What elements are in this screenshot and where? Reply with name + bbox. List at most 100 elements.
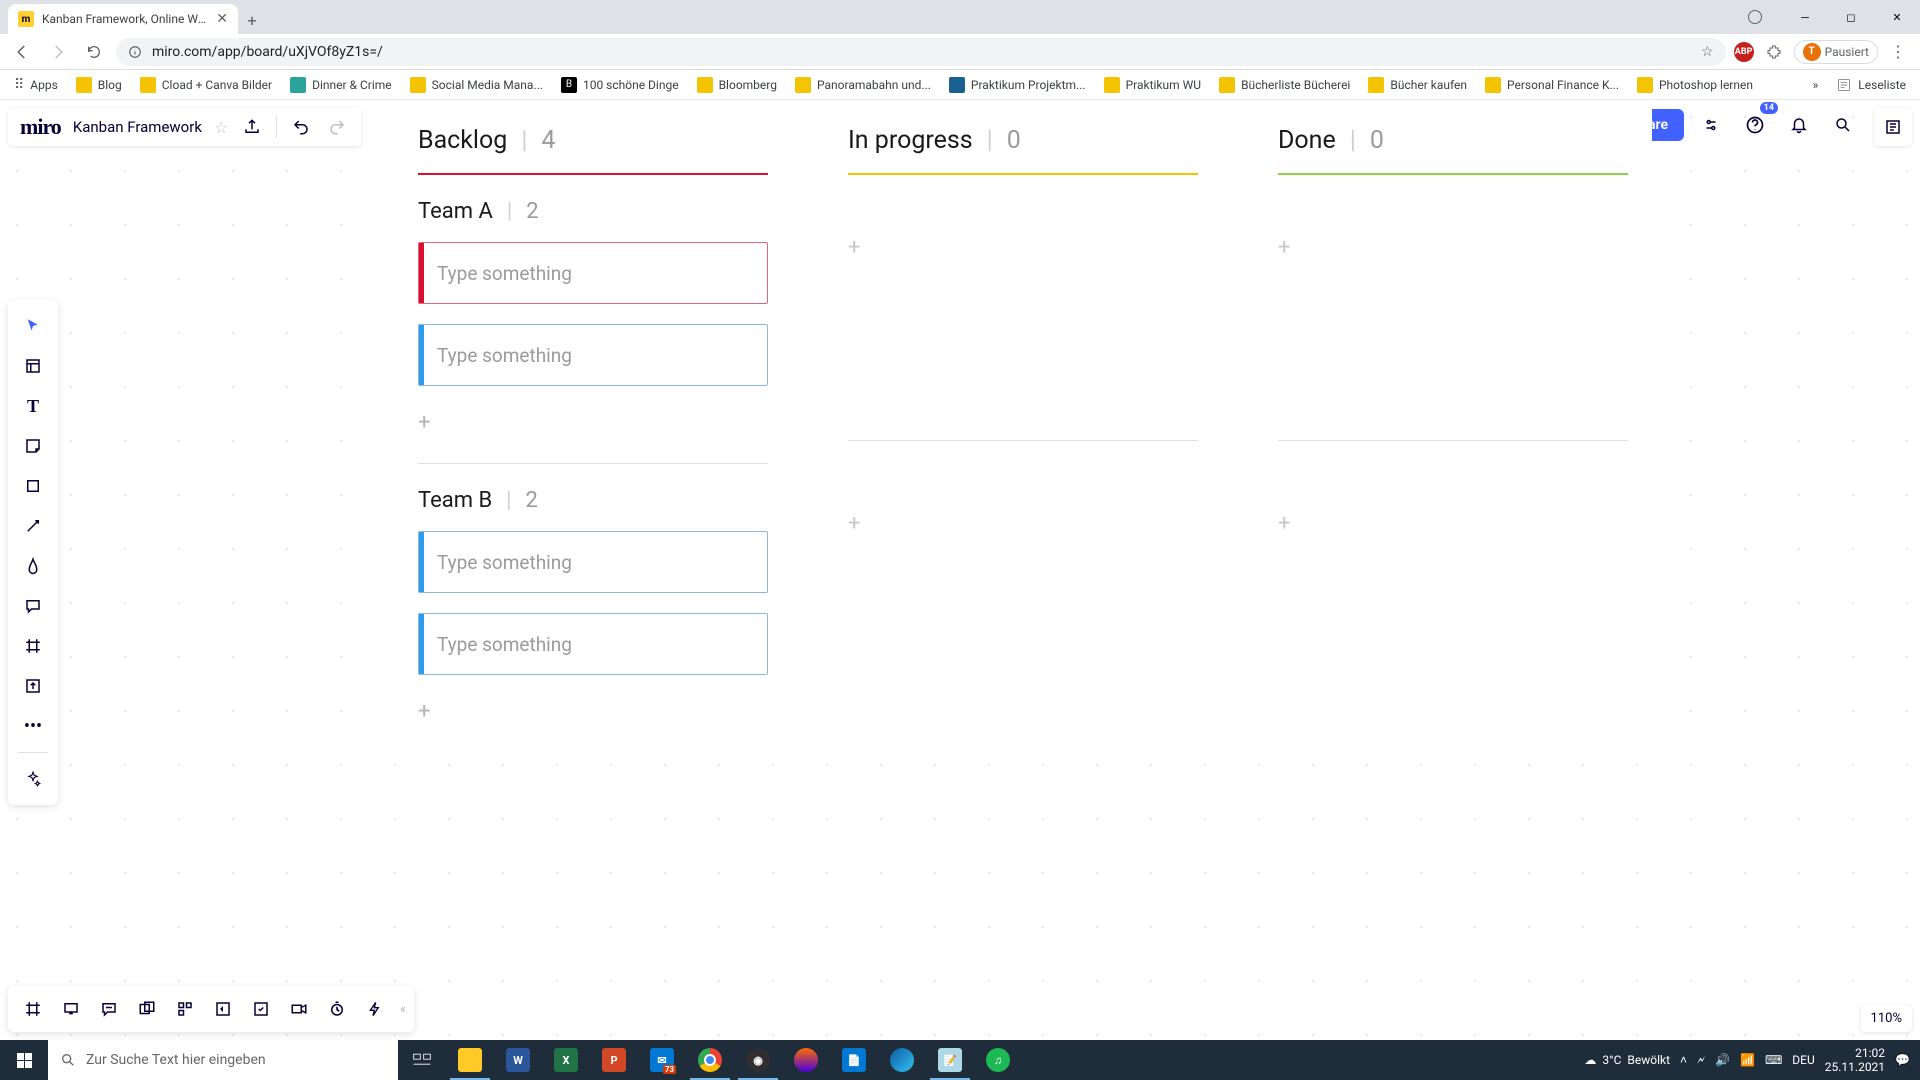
comment-tool-icon[interactable] — [13, 588, 53, 624]
kanban-board[interactable]: Backlog | 4 Team A | 2 Type something Ty… — [394, 106, 1652, 756]
bookmark-cload[interactable]: Cload + Canva Bilder — [134, 73, 278, 97]
select-tool-icon[interactable] — [13, 308, 53, 344]
bookmark-photoshop[interactable]: Photoshop lernen — [1631, 73, 1759, 97]
help-icon[interactable]: 14 — [1738, 108, 1772, 142]
miro-canvas[interactable]: miro Kanban Framework ☆ T Share 14 — [0, 100, 1920, 1040]
column-title[interactable]: In progress — [848, 126, 973, 155]
text-tool-icon[interactable]: T — [13, 388, 53, 424]
profile-paused-pill[interactable]: T Pausiert — [1794, 40, 1878, 64]
bookmark-blog[interactable]: Blog — [70, 73, 128, 97]
column-backlog[interactable]: Backlog | 4 Team A | 2 Type something Ty… — [394, 106, 792, 756]
maximize-button[interactable]: ◻ — [1828, 0, 1874, 34]
spotify-app-icon[interactable]: ♫ — [974, 1040, 1022, 1080]
line-tool-icon[interactable] — [13, 508, 53, 544]
weather-widget[interactable]: ☁ 3°C Bewölkt — [1584, 1053, 1670, 1067]
column-inprogress[interactable]: In progress | 0 + + — [824, 106, 1222, 756]
column-title[interactable]: Backlog — [418, 126, 507, 155]
star-icon[interactable]: ☆ — [214, 118, 228, 137]
presentation-icon[interactable] — [54, 992, 88, 1026]
kanban-card[interactable]: Type something — [418, 613, 768, 675]
bookmark-buecher-kaufen[interactable]: Bücher kaufen — [1362, 73, 1473, 97]
add-card-icon[interactable]: + — [848, 235, 1198, 260]
templates-icon[interactable] — [13, 348, 53, 384]
clock[interactable]: 21:02 25.11.2021 — [1825, 1046, 1885, 1075]
wifi-icon[interactable]: 📶 — [1740, 1053, 1755, 1067]
column-done[interactable]: Done | 0 + + — [1254, 106, 1652, 756]
shape-tool-icon[interactable] — [13, 468, 53, 504]
bookmark-bloomberg[interactable]: Bloomberg — [691, 73, 783, 97]
volume-icon[interactable]: 🔊 — [1715, 1053, 1730, 1067]
kanban-card[interactable]: Type something — [418, 531, 768, 593]
export-icon[interactable] — [240, 115, 264, 139]
bookmark-praktikum-wu[interactable]: Praktikum WU — [1098, 73, 1207, 97]
bookmark-personal-finance[interactable]: Personal Finance K... — [1479, 73, 1625, 97]
more-tools-icon[interactable]: ••• — [13, 708, 53, 744]
apps-shortcut[interactable]: ⠿ Apps — [8, 73, 64, 97]
frames-panel-icon[interactable] — [16, 992, 50, 1026]
voting-icon[interactable] — [244, 992, 278, 1026]
add-card-icon[interactable]: + — [418, 695, 768, 728]
obs-app-icon[interactable]: ◉ — [734, 1040, 782, 1080]
account-indicator-icon[interactable] — [1748, 10, 1762, 24]
browser-tab[interactable]: m Kanban Framework, Online Whit… ✕ — [8, 4, 238, 34]
timer-icon[interactable] — [320, 992, 354, 1026]
site-info-icon[interactable] — [128, 45, 142, 59]
add-card-icon[interactable]: + — [418, 406, 768, 439]
notifications-icon[interactable] — [1782, 108, 1816, 142]
edge-app-icon[interactable] — [878, 1040, 926, 1080]
battery-icon[interactable]: 🗲 — [1697, 1053, 1705, 1068]
forward-button[interactable] — [44, 38, 72, 66]
bookmark-panorama[interactable]: Panoramabahn und... — [789, 73, 937, 97]
bookmark-praktikum-projekt[interactable]: Praktikum Projektm... — [943, 73, 1092, 97]
column-title[interactable]: Done — [1278, 126, 1336, 155]
board-name[interactable]: Kanban Framework — [73, 118, 202, 136]
comments-panel-icon[interactable] — [92, 992, 126, 1026]
language-indicator[interactable]: DEU — [1792, 1053, 1814, 1067]
chrome-app-icon[interactable] — [686, 1040, 734, 1080]
video-icon[interactable] — [282, 992, 316, 1026]
mail-app-icon[interactable]: ✉73 — [638, 1040, 686, 1080]
close-tab-icon[interactable]: ✕ — [216, 11, 228, 27]
team-name[interactable]: Team B — [418, 488, 492, 513]
app-icon[interactable] — [782, 1040, 830, 1080]
add-card-icon[interactable]: + — [1278, 235, 1628, 260]
team-name[interactable]: Team A — [418, 199, 493, 224]
keyboard-icon[interactable]: ⌨ — [1765, 1053, 1782, 1067]
word-app-icon[interactable]: W — [494, 1040, 542, 1080]
zoom-indicator[interactable]: 110% — [1861, 1005, 1912, 1032]
search-icon[interactable] — [1826, 108, 1860, 142]
frame-tool-icon[interactable] — [13, 628, 53, 664]
abp-extension-icon[interactable]: ABP — [1734, 42, 1754, 62]
bolt-icon[interactable] — [358, 992, 392, 1026]
activity-panel-icon[interactable] — [1874, 108, 1912, 146]
add-card-icon[interactable]: + — [1278, 511, 1628, 536]
tray-chevron-icon[interactable]: ˄ — [1680, 1053, 1687, 1067]
redo-icon[interactable] — [325, 115, 349, 139]
task-view-icon[interactable] — [398, 1040, 446, 1080]
notifications-tray-icon[interactable]: 💬 — [1895, 1053, 1910, 1067]
address-bar[interactable]: miro.com/app/board/uXjVOf8yZ1s=/ ☆ — [116, 38, 1726, 66]
new-tab-button[interactable]: + — [238, 6, 266, 34]
bookmark-buecherliste[interactable]: Bücherliste Bücherei — [1213, 73, 1356, 97]
explorer-app-icon[interactable] — [446, 1040, 494, 1080]
bookmark-social[interactable]: Social Media Mana... — [404, 73, 549, 97]
reading-list-button[interactable]: Leseliste — [1830, 73, 1912, 97]
undo-icon[interactable] — [289, 115, 313, 139]
miro-logo[interactable]: miro — [20, 114, 61, 140]
kanban-card[interactable]: Type something — [418, 324, 768, 386]
reload-button[interactable] — [80, 38, 108, 66]
sticky-note-icon[interactable] — [13, 428, 53, 464]
excel-app-icon[interactable]: X — [542, 1040, 590, 1080]
chrome-menu-icon[interactable]: ⋮ — [1884, 38, 1912, 66]
app-icon[interactable]: 📄 — [830, 1040, 878, 1080]
bookmarks-overflow[interactable]: » — [1807, 74, 1825, 96]
extensions-icon[interactable] — [1760, 38, 1788, 66]
history-icon[interactable] — [168, 992, 202, 1026]
cards-panel-icon[interactable] — [130, 992, 164, 1026]
share-panel-icon[interactable] — [206, 992, 240, 1026]
upload-icon[interactable] — [13, 668, 53, 704]
back-button[interactable] — [8, 38, 36, 66]
star-icon[interactable]: ☆ — [1701, 44, 1714, 60]
powerpoint-app-icon[interactable]: P — [590, 1040, 638, 1080]
bookmark-100[interactable]: B100 schöne Dinge — [555, 73, 685, 97]
